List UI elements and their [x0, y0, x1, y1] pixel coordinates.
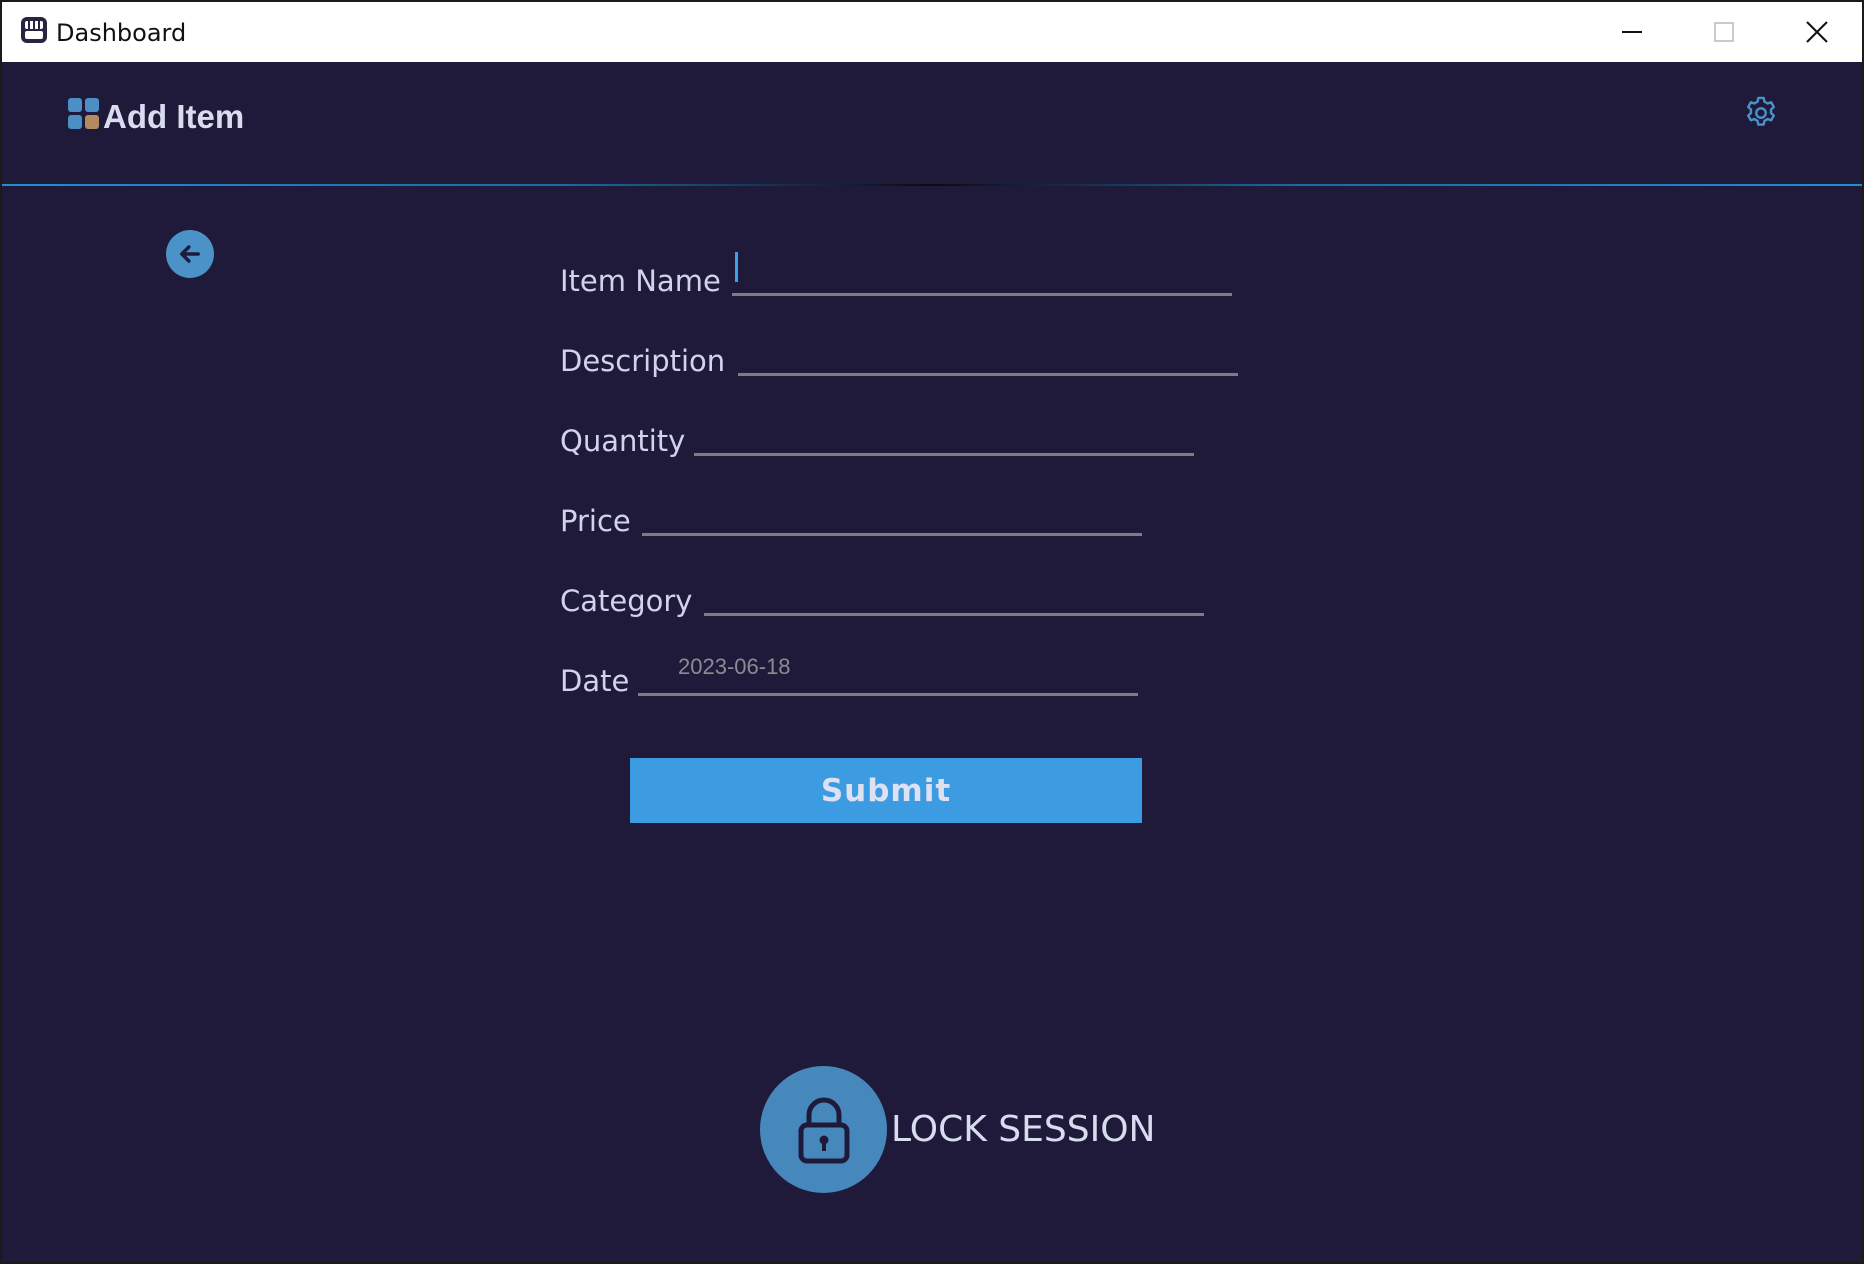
category-label: Category	[560, 584, 693, 618]
window-title: Dashboard	[56, 19, 187, 47]
form-row-item-name: Item Name	[560, 238, 1260, 298]
text-cursor	[735, 252, 738, 282]
minimize-icon	[1622, 31, 1642, 33]
close-icon	[1806, 21, 1828, 43]
title-bar[interactable]: Dashboard	[2, 2, 1862, 62]
lock-session-label[interactable]: LOCK SESSION	[891, 1109, 1155, 1150]
back-button[interactable]	[166, 230, 214, 278]
maximize-button[interactable]	[1679, 2, 1769, 62]
grid-icon	[68, 98, 99, 129]
date-value: 2023-06-18	[678, 654, 791, 679]
app-icon	[21, 17, 47, 43]
date-label: Date	[560, 664, 630, 698]
lock-icon	[798, 1097, 849, 1163]
price-label: Price	[560, 504, 631, 538]
form-row-date: Date	[560, 638, 1260, 698]
header-divider	[2, 184, 1862, 186]
description-input[interactable]	[738, 332, 1238, 376]
submit-button[interactable]: Submit	[630, 758, 1142, 823]
page-title: Add Item	[103, 98, 245, 135]
app-window: Dashboard Add Item Item Name Description…	[0, 0, 1864, 1264]
quantity-label: Quantity	[560, 424, 686, 458]
form-row-quantity: Quantity	[560, 398, 1260, 458]
lock-session-button[interactable]	[760, 1066, 887, 1193]
description-label: Description	[560, 344, 726, 378]
item-name-input[interactable]	[732, 252, 1232, 296]
quantity-input[interactable]	[694, 412, 1194, 456]
price-input[interactable]	[642, 492, 1142, 536]
form-row-description: Description	[560, 318, 1260, 378]
settings-button[interactable]	[1742, 94, 1780, 132]
form-row-category: Category	[560, 558, 1260, 618]
form-row-price: Price	[560, 478, 1260, 538]
gear-icon	[1746, 96, 1776, 126]
item-name-label: Item Name	[560, 264, 721, 298]
minimize-button[interactable]	[1587, 2, 1677, 62]
page-header	[2, 62, 1862, 184]
category-input[interactable]	[704, 572, 1204, 616]
arrow-left-icon	[180, 245, 200, 263]
maximize-icon	[1714, 22, 1734, 42]
close-button[interactable]	[1772, 2, 1862, 62]
